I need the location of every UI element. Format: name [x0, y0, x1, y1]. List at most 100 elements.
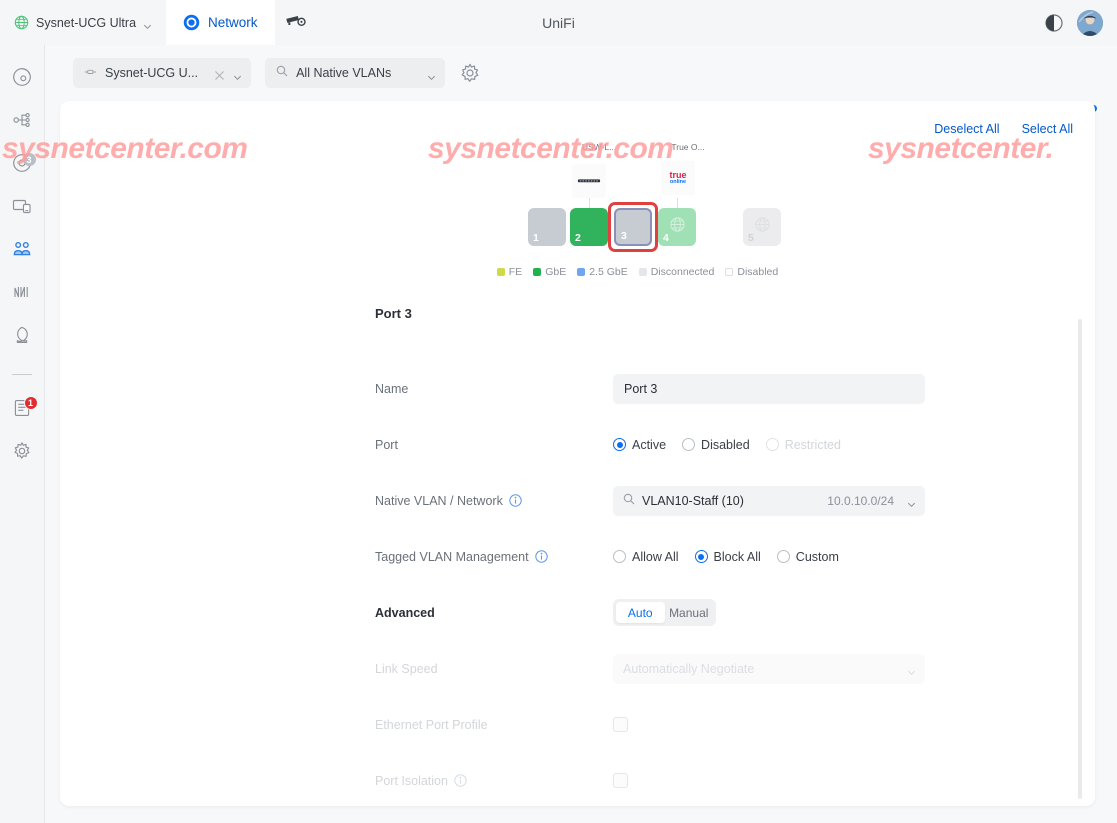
left-sidebar: 3 1 — [0, 45, 45, 823]
contrast-toggle-icon[interactable] — [1045, 13, 1063, 32]
legend-swatch — [496, 268, 505, 276]
unifi-network-window: Sysnet-UCG Ultra Network UniFi 3 1 Sysne… — [0, 0, 1117, 823]
radio-dot — [765, 438, 779, 451]
port-isolation-checkbox — [613, 773, 628, 788]
filter-bar: Sysnet-UCG U... All Native VLANs — [45, 45, 1117, 132]
native-vlan-select[interactable]: VLAN10-Staff (10) 10.0.10.0/24 — [613, 485, 925, 516]
dashboard-icon — [12, 67, 32, 92]
port-tile-3[interactable]: 3 — [614, 208, 652, 246]
port-legend: FE GbE 2.5 GbE Disconnected Disabled — [60, 266, 1095, 278]
sidebar-item-devices[interactable]: 3 — [0, 144, 45, 187]
deselect-all-button[interactable]: Deselect All — [934, 122, 999, 136]
site-selector[interactable]: Sysnet-UCG Ultra — [0, 0, 167, 45]
device-label-true: True O... — [671, 142, 705, 152]
port-state-label: Port — [375, 437, 398, 452]
tab-network[interactable]: Network — [166, 0, 275, 45]
radio-dot — [776, 550, 790, 563]
radio-port-active[interactable]: Active — [613, 438, 666, 452]
advanced-mode-manual[interactable]: Manual — [665, 602, 714, 623]
radio-label: Active — [632, 437, 667, 452]
port-number: 4 — [663, 232, 669, 244]
chevron-down-icon — [907, 664, 916, 676]
device-filter[interactable]: Sysnet-UCG U... — [73, 58, 252, 88]
port-tile-1[interactable]: 1 — [528, 208, 566, 246]
logs-badge: 1 — [23, 396, 38, 410]
sidebar-item-topology[interactable] — [0, 101, 45, 144]
sidebar-item-logs[interactable]: 1 — [0, 389, 45, 432]
link-speed-label: Link Speed — [375, 661, 438, 676]
port-number: 3 — [621, 230, 627, 242]
tagged-vlan-radio-group: Allow All Block All Custom — [613, 550, 839, 564]
sidebar-item-routing[interactable] — [0, 316, 45, 359]
legend-label: GbE — [545, 266, 567, 278]
info-icon[interactable] — [509, 494, 522, 507]
radio-dot — [613, 550, 626, 563]
device-thumb-true[interactable]: true online — [661, 161, 695, 195]
chevron-down-icon[interactable] — [427, 69, 436, 80]
chevron-down-icon[interactable] — [233, 69, 242, 80]
port-tile-5[interactable]: 5 — [743, 208, 781, 246]
radio-label: Disabled — [701, 437, 750, 452]
link-speed-select: Automatically Negotiate — [613, 653, 925, 684]
vlan-filter[interactable]: All Native VLANs — [265, 58, 446, 88]
port-tile-4[interactable]: 4 — [658, 208, 696, 246]
avatar[interactable] — [1077, 9, 1103, 36]
ethernet-port-profile-checkbox — [613, 717, 628, 732]
info-icon[interactable] — [534, 550, 548, 563]
clients-group-icon — [12, 239, 32, 264]
shield-circle-icon — [12, 325, 32, 350]
port-isolation-label: Port Isolation — [375, 773, 448, 788]
chevron-down-icon[interactable] — [907, 496, 916, 508]
port-tile-2[interactable]: 2 — [570, 208, 608, 246]
port-settings-form: Port 3 Name Port Active — [60, 306, 1080, 806]
page-title: Port 3 — [375, 306, 412, 321]
ports-panel: Deselect All Select All USW-L... True O.… — [60, 101, 1095, 806]
name-label: Name — [375, 381, 409, 396]
advanced-mode-auto[interactable]: Auto — [616, 602, 665, 623]
tagged-vlan-label: Tagged VLAN Management — [375, 549, 529, 564]
legend-swatch — [533, 268, 542, 276]
radio-tagged-block-all[interactable]: Block All — [694, 550, 761, 564]
device-label-usw: USW-L... — [581, 142, 617, 152]
content-scrollbar[interactable] — [1078, 319, 1082, 799]
name-input[interactable] — [613, 373, 925, 404]
legend-item-2-5gbe: 2.5 GbE — [577, 266, 628, 278]
device-thumb-usw[interactable] — [572, 164, 606, 198]
form-row-port-isolation: Port Isolation — [60, 759, 1080, 802]
top-bar: Sysnet-UCG Ultra Network UniFi — [0, 0, 1117, 45]
port-number: 2 — [575, 232, 581, 244]
sidebar-divider — [12, 374, 32, 375]
radio-tagged-allow-all[interactable]: Allow All — [613, 550, 679, 564]
tab-protect[interactable] — [274, 0, 317, 45]
sidebar-item-insights[interactable] — [0, 273, 45, 316]
radio-label: Allow All — [632, 549, 679, 564]
close-icon[interactable] — [214, 68, 225, 80]
radio-port-disabled[interactable]: Disabled — [682, 438, 750, 452]
devices-badge: 3 — [22, 153, 36, 166]
radio-dot — [613, 438, 626, 451]
form-row-name: Name — [60, 367, 1080, 410]
selection-actions: Deselect All Select All — [934, 122, 1073, 136]
wan-globe-icon — [669, 216, 686, 238]
sidebar-item-wifi[interactable] — [0, 187, 45, 230]
legend-item-disconnected: Disconnected — [638, 266, 714, 278]
port-isolation-label-wrap: Port Isolation — [60, 774, 613, 788]
search-icon — [623, 492, 635, 510]
device-small-icon — [84, 64, 97, 82]
protect-camera-icon — [285, 13, 306, 33]
native-vlan-subnet: 10.0.10.0/24 — [827, 493, 894, 508]
filter-settings-gear-icon[interactable] — [459, 62, 481, 84]
legend-label: 2.5 GbE — [589, 266, 628, 278]
sidebar-item-dashboard[interactable] — [0, 58, 45, 101]
screen-device-icon — [12, 196, 32, 221]
form-row-link-speed: Link Speed Automatically Negotiate — [60, 647, 1080, 690]
form-row-advanced: Advanced Auto Manual — [60, 591, 1080, 634]
radio-tagged-custom[interactable]: Custom — [776, 550, 839, 564]
globe-icon — [14, 15, 29, 30]
sidebar-item-settings[interactable] — [0, 432, 45, 475]
ethernet-port-profile-label: Ethernet Port Profile — [375, 717, 488, 732]
sidebar-item-clients[interactable] — [0, 230, 45, 273]
chevron-down-icon — [143, 18, 152, 30]
select-all-button[interactable]: Select All — [1022, 122, 1073, 136]
vlan-filter-label: All Native VLANs — [296, 66, 392, 80]
